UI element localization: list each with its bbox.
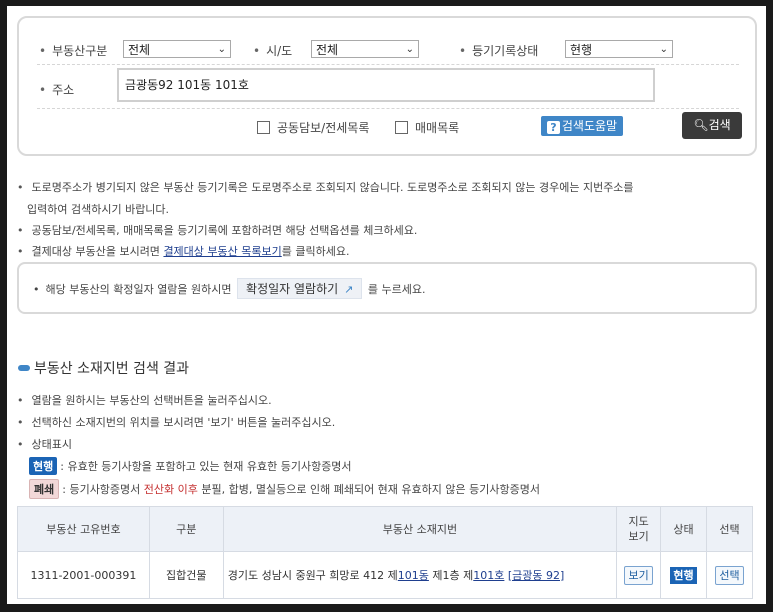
status-badge: 폐쇄 bbox=[29, 479, 60, 499]
results-table: 부동산 고유번호 구분 부동산 소재지번 지도 보기 상태 선택 1311-200… bbox=[17, 506, 753, 599]
legend-closed: 폐쇄: 등기사항증명서 전산화 이후 분필, 합병, 멸실등으로 인해 폐쇄되어… bbox=[29, 479, 540, 499]
results-note-3: • 상태표시 bbox=[17, 438, 72, 451]
address-label: • 주소 bbox=[39, 83, 75, 97]
cell-address: 경기도 성남시 중원구 희망로 412 제101동 제1층 제101호 [금광동… bbox=[222, 551, 618, 599]
guide-line-2: • 공동담보/전세목록, 매매목록을 등기기록에 포함하려면 해당 선택옵션를 체… bbox=[17, 224, 418, 237]
record-status-select[interactable]: 현행 ⌄ bbox=[565, 40, 673, 58]
payment-list-link[interactable]: 결제대상 부동산 목록보기 bbox=[163, 245, 281, 258]
city-select[interactable]: 전체 ⌄ bbox=[311, 40, 419, 58]
status-badge: 현행 bbox=[29, 457, 58, 475]
cell-map: 보기 bbox=[616, 551, 662, 599]
address-input[interactable]: 금광동92 101동 101호 bbox=[117, 68, 655, 102]
joint-collateral-label: 공동담보/전세목록 bbox=[277, 121, 370, 135]
sale-list-label: 매매목록 bbox=[415, 121, 460, 135]
col-id: 부동산 고유번호 bbox=[17, 506, 150, 552]
search-help-button[interactable]: ? 검색도움말 bbox=[541, 116, 623, 136]
cell-id: 1311-2001-000391 bbox=[17, 551, 150, 599]
col-select: 선택 bbox=[706, 506, 753, 552]
search-panel: • 부동산구분 전체 ⌄ • 시/도 전체 ⌄ • 등기기록상태 현행 ⌄ • 주소 금광동9… bbox=[17, 16, 757, 156]
col-type: 구분 bbox=[148, 506, 224, 552]
record-status-label: • 등기기록상태 bbox=[459, 44, 539, 58]
map-view-button[interactable]: 보기 bbox=[624, 565, 653, 585]
lot-link[interactable]: [금광동 92] bbox=[508, 569, 564, 582]
table-header: 부동산 고유번호 구분 부동산 소재지번 지도 보기 상태 선택 bbox=[17, 506, 753, 552]
building-link[interactable]: 101동 bbox=[398, 569, 429, 582]
chevron-down-icon: ⌄ bbox=[217, 44, 226, 55]
cell-type: 집합건물 bbox=[148, 551, 224, 599]
section-marker-icon bbox=[18, 365, 30, 371]
results-note-2: • 선택하신 소재지번의 위치를 보시려면 '보기' 버튼을 눌러주십시오. bbox=[17, 416, 336, 429]
property-type-select[interactable]: 전체 ⌄ bbox=[123, 40, 231, 58]
results-title: 부동산 소재지번 검색 결과 bbox=[18, 358, 189, 378]
cell-select: 선택 bbox=[706, 551, 753, 599]
results-note-1: • 열람을 원하시는 부동산의 선택버튼을 눌러주십시오. bbox=[17, 394, 272, 407]
divider bbox=[37, 64, 739, 65]
status-badge: 현행 bbox=[670, 566, 697, 584]
guide-line-3: • 결제대상 부동산을 보시려면 결제대상 부동산 목록보기를 클릭하세요. bbox=[17, 245, 350, 258]
col-status: 상태 bbox=[660, 506, 708, 552]
question-icon: ? bbox=[546, 121, 560, 134]
confirm-date-notice: • 해당 부동산의 확정일자 열람을 원하시면 확정일자 열람하기 ↗ 를 누르세요… bbox=[17, 262, 757, 314]
sale-list-checkbox[interactable] bbox=[395, 121, 408, 134]
page: • 부동산구분 전체 ⌄ • 시/도 전체 ⌄ • 등기기록상태 현행 ⌄ • 주소 금광동9… bbox=[7, 6, 766, 604]
table-row: 1311-2001-000391 집합건물 경기도 성남시 중원구 희망로 41… bbox=[17, 551, 753, 599]
confirm-date-button[interactable]: 확정일자 열람하기 ↗ bbox=[237, 278, 363, 299]
city-label: • 시/도 bbox=[253, 44, 293, 58]
cell-status: 현행 bbox=[660, 551, 708, 599]
guide-line-1: • 도로명주소가 병기되지 않은 부동산 등기기록은 도로명주소로 조회되지 않습… bbox=[17, 181, 634, 194]
property-type-label: • 부동산구분 bbox=[39, 44, 108, 58]
guide-line-1b: 입력하여 검색하시기 바랍니다. bbox=[27, 203, 170, 216]
chevron-down-icon: ⌄ bbox=[405, 44, 414, 55]
legend-current: 현행: 유효한 등기사항을 포함하고 있는 현재 유효한 등기사항증명서 bbox=[29, 457, 352, 475]
search-button[interactable]: 🔍︎검색 bbox=[682, 112, 742, 139]
col-map: 지도 보기 bbox=[616, 506, 662, 552]
divider bbox=[37, 108, 739, 109]
col-address: 부동산 소재지번 bbox=[222, 506, 618, 552]
external-link-icon: ↗ bbox=[344, 283, 354, 296]
select-button[interactable]: 선택 bbox=[715, 565, 744, 585]
joint-collateral-checkbox[interactable] bbox=[257, 121, 270, 134]
unit-link[interactable]: 101호 bbox=[473, 569, 504, 582]
search-icon: 🔍︎ bbox=[693, 118, 709, 132]
chevron-down-icon: ⌄ bbox=[659, 44, 668, 55]
